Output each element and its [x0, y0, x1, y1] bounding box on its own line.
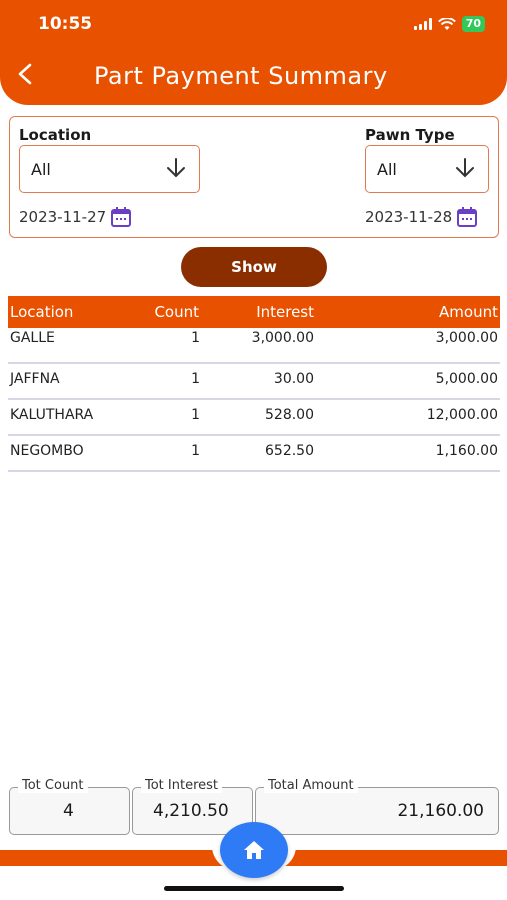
header-amount: Amount: [439, 303, 498, 321]
cell-location: NEGOMBO: [10, 443, 84, 459]
total-amount-label: Total Amount: [264, 778, 358, 793]
header-count: Count: [154, 303, 199, 321]
total-interest-label: Tot Interest: [141, 778, 223, 793]
to-date-value: 2023-11-28: [365, 208, 453, 226]
pawn-type-select[interactable]: All: [365, 145, 489, 193]
from-date-value: 2023-11-27: [19, 208, 107, 226]
table-row[interactable]: KALUTHARA 1 528.00 12,000.00: [8, 400, 500, 436]
cell-location: GALLE: [10, 330, 55, 346]
table-row[interactable]: JAFFNA 1 30.00 5,000.00: [8, 364, 500, 400]
table-row[interactable]: GALLE 1 3,000.00 3,000.00: [8, 328, 500, 364]
total-interest-value: 4,210.50: [153, 801, 229, 821]
cell-amount: 12,000.00: [426, 407, 498, 423]
calendar-icon: [111, 207, 132, 227]
cell-count: 1: [191, 371, 200, 387]
cell-count: 1: [191, 407, 200, 423]
total-count-box: Tot Count 4: [9, 778, 130, 835]
app-header: 10:55 70 Part Payment Summary: [0, 0, 507, 105]
cell-location: JAFFNA: [10, 371, 60, 387]
header-interest: Interest: [256, 303, 314, 321]
filter-card: Location All Pawn Type All 2023-11-27 20…: [9, 116, 499, 238]
calendar-icon: [457, 207, 478, 227]
cell-interest: 3,000.00: [251, 330, 314, 346]
cell-location: KALUTHARA: [10, 407, 94, 423]
back-arrow-icon: [18, 63, 32, 85]
arrow-down-icon: [167, 158, 185, 178]
total-amount-value: 21,160.00: [397, 801, 484, 821]
status-time: 10:55: [38, 14, 93, 34]
cell-interest: 30.00: [273, 371, 314, 387]
pawn-type-select-value: All: [377, 160, 397, 179]
location-select-value: All: [31, 160, 51, 179]
to-date-picker[interactable]: 2023-11-28: [365, 206, 478, 228]
header-location: Location: [10, 303, 74, 321]
page-title: Part Payment Summary: [94, 62, 388, 90]
cell-amount: 5,000.00: [435, 371, 498, 387]
total-count-value: 4: [63, 801, 74, 821]
signal-icon: [413, 18, 432, 30]
location-select[interactable]: All: [19, 145, 200, 193]
total-count-label: Tot Count: [18, 778, 88, 793]
summary-table: Location Count Interest Amount GALLE 1 3…: [8, 296, 500, 472]
wifi-icon: [437, 17, 456, 30]
cell-amount: 3,000.00: [435, 330, 498, 346]
home-indicator: [164, 886, 344, 891]
cell-count: 1: [191, 443, 200, 459]
show-button[interactable]: Show: [181, 247, 327, 287]
cell-interest: 528.00: [265, 407, 314, 423]
battery-icon: 70: [461, 16, 485, 32]
status-icons: 70: [413, 16, 485, 32]
arrow-down-icon: [456, 158, 474, 178]
home-icon: [244, 841, 264, 859]
cell-interest: 652.50: [265, 443, 314, 459]
from-date-picker[interactable]: 2023-11-27: [19, 206, 132, 228]
cell-count: 1: [191, 330, 200, 346]
total-amount-box: Total Amount 21,160.00: [255, 778, 499, 835]
cell-amount: 1,160.00: [435, 443, 498, 459]
back-button[interactable]: [16, 62, 46, 92]
home-button[interactable]: [220, 822, 288, 878]
pawn-type-label: Pawn Type: [365, 126, 455, 144]
table-row[interactable]: NEGOMBO 1 652.50 1,160.00: [8, 436, 500, 472]
table-header: Location Count Interest Amount: [8, 296, 500, 328]
location-label: Location: [19, 126, 92, 144]
